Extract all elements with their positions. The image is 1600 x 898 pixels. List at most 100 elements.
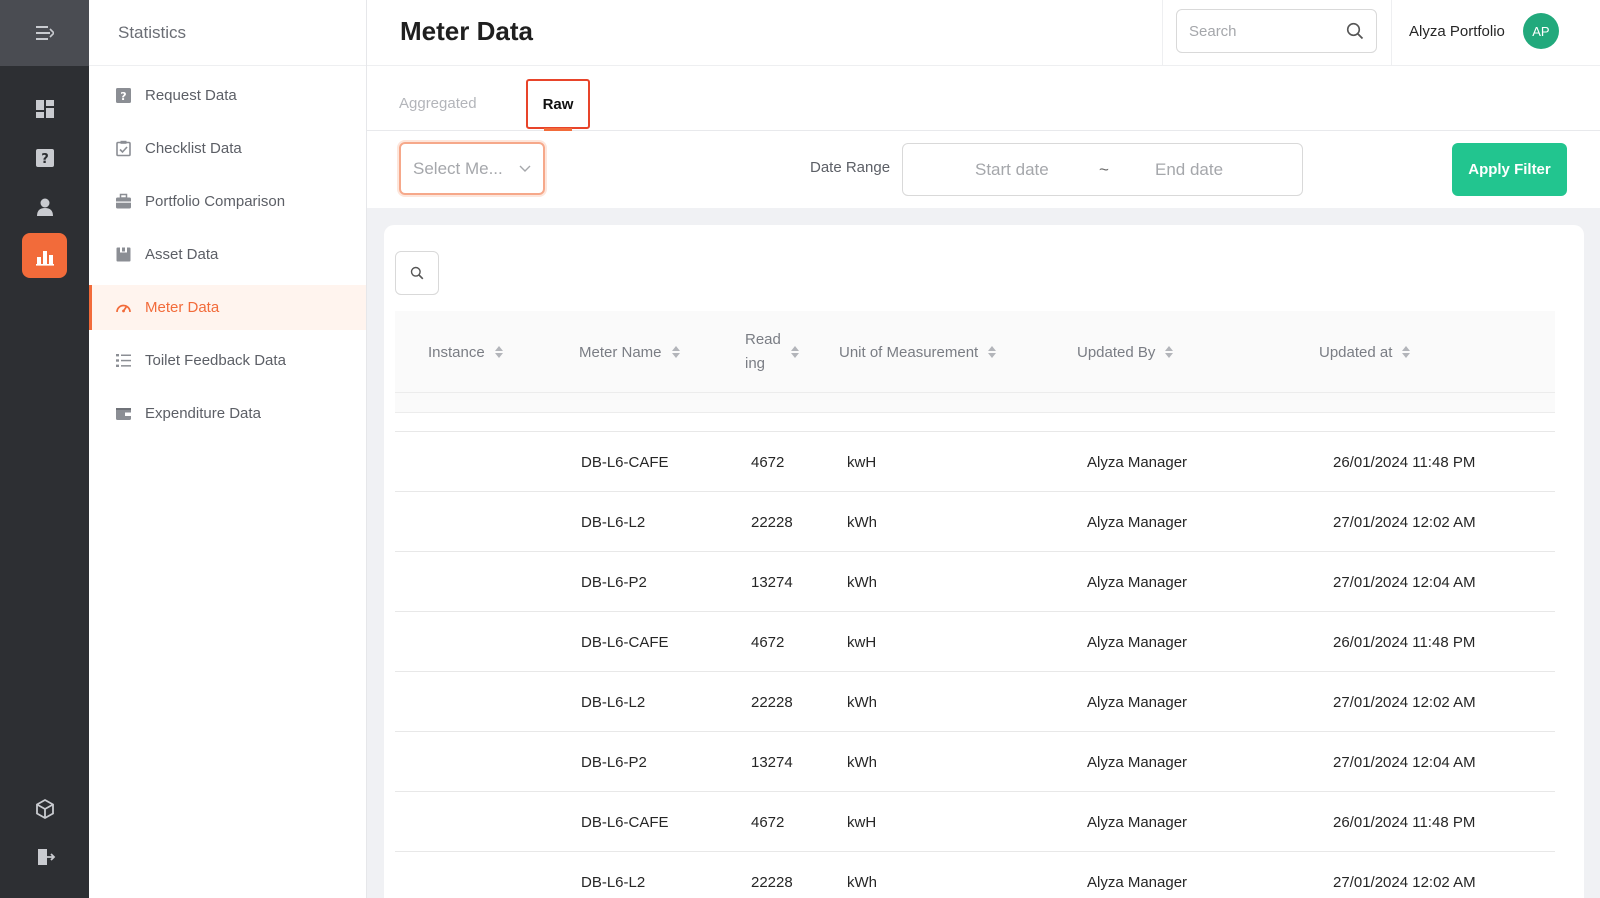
column-header-label: Reading: [745, 331, 781, 372]
global-search: [1162, 0, 1392, 66]
cell-reading: 22228: [751, 513, 793, 531]
cell-updated-at: 27/01/2024 12:02 AM: [1333, 693, 1476, 711]
user-icon: [36, 198, 53, 216]
table-row[interactable]: DB-L6-L2 22228 kWh Alyza Manager 27/01/2…: [395, 492, 1555, 552]
column-header-instance[interactable]: Instance: [428, 311, 503, 393]
sort-icon[interactable]: [1165, 346, 1174, 358]
user-menu[interactable]: Alyza Portfolio AP: [1409, 13, 1559, 49]
question-square-icon: ?: [35, 148, 54, 167]
cell-updated-by: Alyza Manager: [1087, 813, 1188, 831]
table-row[interactable]: DB-L6-L2 22228 kWh Alyza Manager 27/01/2…: [395, 672, 1555, 732]
meter-select[interactable]: Select Me...: [399, 142, 545, 195]
sidebar-item-label: Request Data: [145, 87, 237, 104]
rail-dashboard-button[interactable]: [22, 86, 67, 131]
top-header: Meter Data Alyza Portfolio AP: [367, 0, 1600, 66]
column-header-reading[interactable]: Reading: [745, 311, 799, 393]
search-icon: [410, 266, 424, 280]
table-row[interactable]: DB-L6-CAFE 4672 kwH Alyza Manager 26/01/…: [395, 792, 1555, 852]
cube-icon: [35, 798, 54, 819]
question-square-icon: ?: [115, 87, 132, 104]
sort-icon[interactable]: [1402, 346, 1411, 358]
cell-updated-by: Alyza Manager: [1087, 633, 1188, 651]
column-header-meter-name[interactable]: Meter Name: [579, 311, 680, 393]
statistics-icon: [35, 250, 54, 266]
sidebar-item-asset-data[interactable]: Asset Data: [89, 232, 366, 277]
column-header-label: Meter Name: [579, 343, 662, 361]
cell-updated-by: Alyza Manager: [1087, 873, 1188, 891]
icon-rail: ?: [0, 0, 89, 898]
sidebar-item-label: Asset Data: [145, 246, 219, 263]
cell-meter-name: DB-L6-L2: [581, 873, 646, 891]
meter-data-table-card: Instance Meter Name Reading Unit of Meas…: [384, 225, 1584, 898]
search-input[interactable]: [1189, 22, 1346, 40]
table-search-button[interactable]: [395, 251, 439, 295]
cell-updated-at: 27/01/2024 12:02 AM: [1333, 513, 1476, 531]
avatar[interactable]: AP: [1522, 13, 1559, 49]
cell-unit: kWh: [847, 753, 877, 771]
cell-updated-by: Alyza Manager: [1087, 753, 1188, 771]
cell-meter-name: DB-L6-L2: [581, 513, 646, 531]
apply-filter-button[interactable]: Apply Filter: [1452, 143, 1567, 196]
sidebar-item-toilet-feedback-data[interactable]: Toilet Feedback Data: [89, 338, 366, 383]
table-row[interactable]: DB-L6-L2 22228 kWh Alyza Manager 27/01/2…: [395, 852, 1555, 898]
logout-icon: [37, 848, 55, 865]
filter-bar: Select Me... Date Range Start date ~ End…: [367, 131, 1600, 208]
sort-icon[interactable]: [671, 346, 680, 358]
cell-reading: 13274: [751, 753, 793, 771]
tab-raw[interactable]: Raw: [526, 79, 590, 131]
sidebar-item-checklist-data[interactable]: Checklist Data: [89, 126, 366, 171]
cell-unit: kWh: [847, 513, 877, 531]
sidebar-item-expenditure-data[interactable]: Expenditure Data: [89, 391, 366, 436]
cell-reading: 4672: [751, 453, 785, 471]
checklist-icon: [115, 140, 132, 157]
chevron-down-icon: [519, 165, 531, 172]
cell-updated-at: 27/01/2024 12:02 AM: [1333, 873, 1476, 891]
cell-meter-name: DB-L6-CAFE: [581, 453, 669, 471]
sidebar-item-label: Checklist Data: [145, 140, 242, 157]
end-date-input[interactable]: End date: [1155, 160, 1223, 180]
rail-statistics-button[interactable]: [22, 233, 67, 278]
meter-select-placeholder: Select Me...: [413, 158, 503, 178]
table-row[interactable]: DB-L6-P2 13274 kWh Alyza Manager 27/01/2…: [395, 732, 1555, 792]
table-header: Instance Meter Name Reading Unit of Meas…: [395, 311, 1555, 393]
sidebar-item-label: Portfolio Comparison: [145, 193, 286, 210]
cell-meter-name: DB-L6-CAFE: [581, 633, 669, 651]
briefcase-icon: [115, 193, 132, 210]
table-body: DB-L6-CAFE 4672 kwH Alyza Manager 26/01/…: [395, 431, 1555, 898]
sort-icon[interactable]: [494, 346, 503, 358]
table-row[interactable]: DB-L6-P2 13274 kWh Alyza Manager 27/01/2…: [395, 552, 1555, 612]
cell-updated-at: 27/01/2024 12:04 AM: [1333, 753, 1476, 771]
list-icon: [115, 352, 132, 369]
cell-updated-at: 26/01/2024 11:48 PM: [1333, 453, 1476, 471]
column-header-label: Updated By: [1077, 343, 1156, 361]
rail-users-button[interactable]: [22, 184, 67, 229]
cell-unit: kWh: [847, 573, 877, 591]
rail-logout-button[interactable]: [22, 834, 67, 879]
sidebar-item-request-data[interactable]: ? Request Data: [89, 73, 366, 118]
cell-updated-at: 26/01/2024 11:48 PM: [1333, 633, 1476, 651]
rail-requests-button[interactable]: ?: [22, 135, 67, 180]
date-separator: ~: [1099, 159, 1109, 179]
table-row[interactable]: DB-L6-CAFE 4672 kwH Alyza Manager 26/01/…: [395, 612, 1555, 672]
page-title: Meter Data: [400, 16, 533, 46]
tab-aggregated[interactable]: Aggregated: [399, 78, 477, 128]
rail-packages-button[interactable]: [22, 786, 67, 831]
column-header-unit[interactable]: Unit of Measurement: [839, 311, 997, 393]
date-range-picker[interactable]: Start date ~ End date: [902, 143, 1303, 196]
sort-icon[interactable]: [791, 346, 799, 358]
collapse-menu-button[interactable]: [0, 0, 89, 66]
sidebar-item-portfolio-comparison[interactable]: Portfolio Comparison: [89, 179, 366, 224]
start-date-input[interactable]: Start date: [975, 160, 1049, 180]
user-name: Alyza Portfolio: [1409, 22, 1505, 40]
search-icon[interactable]: [1346, 22, 1364, 40]
sidebar-item-meter-data[interactable]: Meter Data: [89, 285, 366, 330]
table-row[interactable]: DB-L6-CAFE 4672 kwH Alyza Manager 26/01/…: [395, 432, 1555, 492]
sidebar-title: Statistics: [89, 0, 366, 66]
column-header-updated-at[interactable]: Updated at: [1319, 311, 1411, 393]
cell-reading: 13274: [751, 573, 793, 591]
statistics-sidebar: Statistics ? Request Data Checklist Data…: [89, 0, 367, 898]
sort-icon[interactable]: [988, 346, 997, 358]
cell-reading: 22228: [751, 873, 793, 891]
column-header-updated-by[interactable]: Updated By: [1077, 311, 1174, 393]
gauge-icon: [115, 299, 132, 316]
